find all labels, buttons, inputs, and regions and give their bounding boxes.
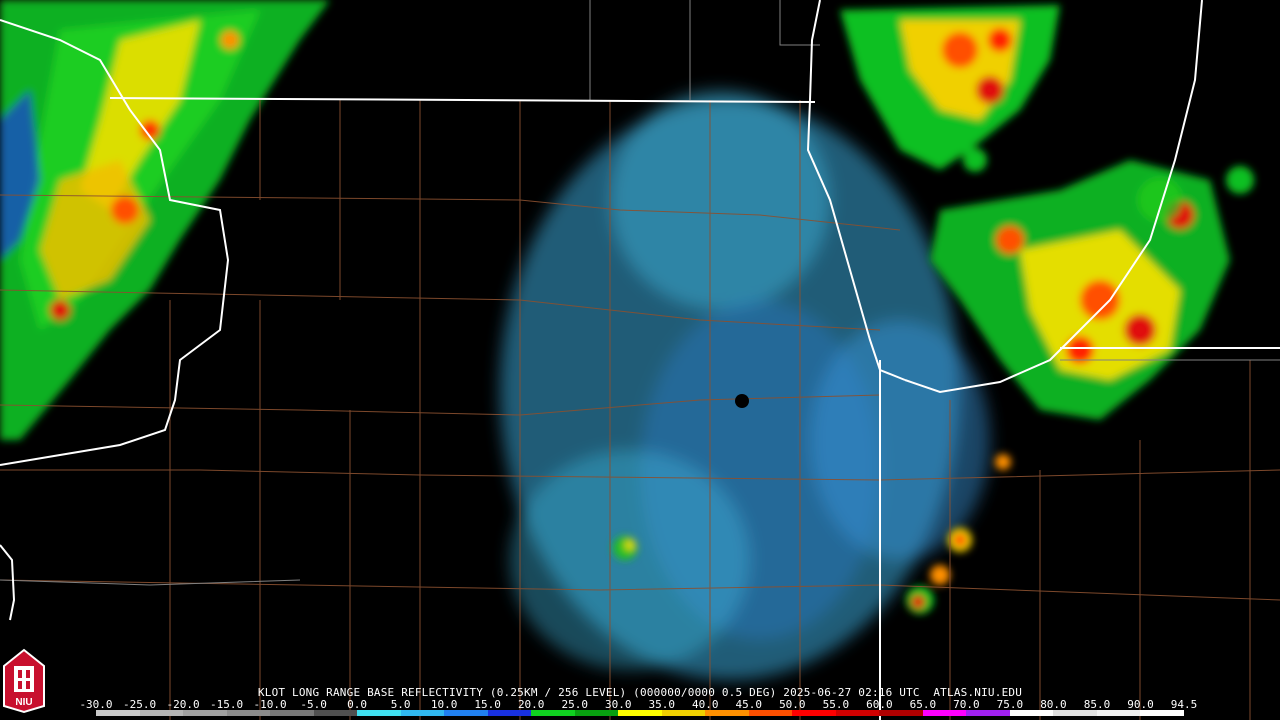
storm-northeast — [840, 5, 1060, 172]
colorbar-segment — [357, 710, 401, 716]
colorbar-segment — [1009, 710, 1054, 716]
colorbar-segment — [1053, 710, 1097, 716]
colorbar-segment — [835, 710, 880, 716]
colorbar-segment — [183, 710, 227, 716]
colorbar-segment — [1140, 710, 1184, 716]
colorbar-segment — [139, 710, 184, 716]
niu-logo: NIU — [3, 648, 45, 714]
colorbar-segment — [226, 710, 271, 716]
storm-northwest — [0, 0, 330, 440]
colorbar-segment — [531, 710, 575, 716]
colorbar-segment — [270, 710, 314, 716]
colorbar-segment — [748, 710, 793, 716]
colorbar-segment — [879, 710, 923, 716]
colorbar-segment — [792, 710, 836, 716]
colorbar-segment — [574, 710, 619, 716]
colorbar-segment — [705, 710, 749, 716]
reflectivity-colorbar — [96, 710, 1184, 716]
scale-labels: -30.0 -25.0 -20.0 -15.0 -10.0 -5.0 0.0 5.0 10.0 1… — [79, 698, 1197, 711]
colorbar-segment — [313, 710, 358, 716]
radar-site-marker — [735, 394, 749, 408]
storm-east — [930, 160, 1254, 420]
colorbar-segment — [96, 710, 140, 716]
colorbar-segment — [400, 710, 445, 716]
colorbar-segment — [922, 710, 967, 716]
svg-text:NIU: NIU — [15, 697, 32, 708]
colorbar-segment — [444, 710, 488, 716]
colorbar-segment — [966, 710, 1010, 716]
colorbar-segment — [1096, 710, 1141, 716]
colorbar-segment — [487, 710, 532, 716]
colorbar-segment — [661, 710, 706, 716]
colorbar-segment — [618, 710, 662, 716]
radar-map — [0, 0, 1280, 720]
